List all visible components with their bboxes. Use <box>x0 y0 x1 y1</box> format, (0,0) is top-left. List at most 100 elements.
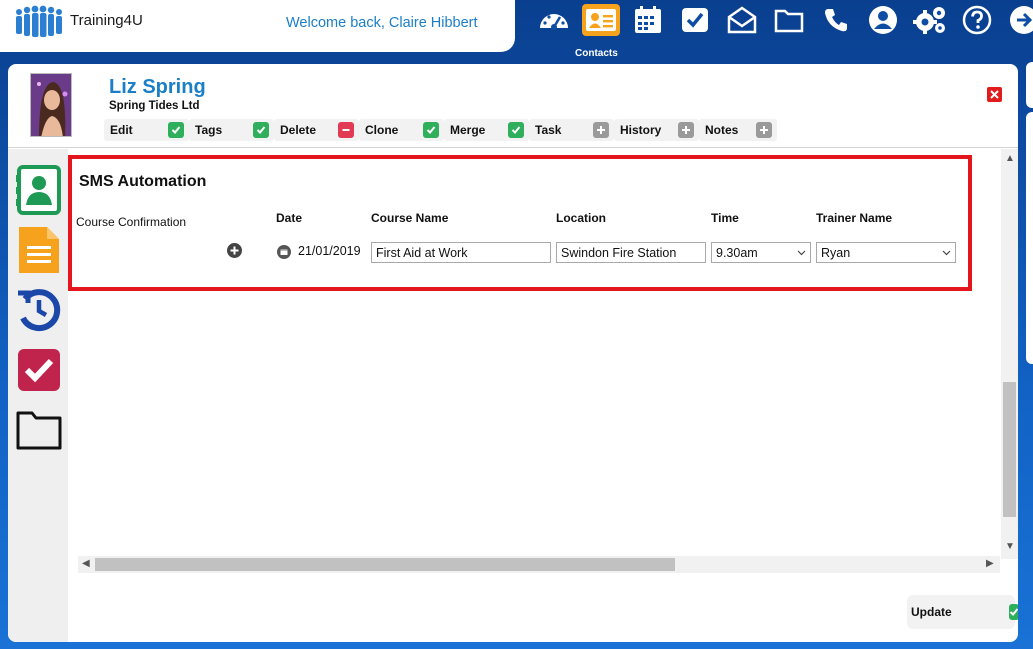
check-icon <box>423 122 439 138</box>
user-icon <box>868 6 897 34</box>
sidebar-document[interactable] <box>16 225 62 275</box>
nav-user[interactable] <box>859 4 906 52</box>
document-icon <box>19 227 59 273</box>
nav-mail[interactable] <box>718 4 765 52</box>
row-label: Course Confirmation <box>76 215 187 229</box>
sidebar-files[interactable] <box>16 405 62 455</box>
nav-help[interactable] <box>953 4 1000 52</box>
nav-phone[interactable] <box>812 4 859 52</box>
column-header-course: Course Name <box>371 211 449 225</box>
mail-icon <box>727 6 756 34</box>
nav-settings[interactable] <box>906 4 953 52</box>
sms-automation-section: SMS Automation Course Confirmation Date … <box>68 155 972 291</box>
calendar-icon <box>634 6 661 33</box>
contact-name: Liz Spring <box>109 76 206 98</box>
folder-icon <box>16 411 62 450</box>
merge-label: Merge <box>450 123 486 137</box>
plus-icon <box>230 246 239 255</box>
column-header-time: Time <box>711 211 739 225</box>
content-area: SMS Automation Course Confirmation Date … <box>68 149 1001 569</box>
plus-icon <box>593 122 609 138</box>
notes-label: Notes <box>705 123 739 137</box>
history-button[interactable]: History <box>614 119 699 141</box>
avatar <box>30 73 72 137</box>
nav-logout[interactable] <box>1000 4 1033 52</box>
horizontal-scroll-thumb[interactable] <box>95 558 675 571</box>
settings-icon <box>912 7 945 34</box>
nav-dashboard[interactable] <box>530 4 577 52</box>
task-button[interactable]: Task <box>529 119 614 141</box>
date-value[interactable]: 21/01/2019 <box>298 244 361 258</box>
edit-button[interactable]: Edit <box>104 119 189 141</box>
brand-area: Training4U Welcome back, Claire Hibbert <box>0 0 515 52</box>
clone-button[interactable]: Clone <box>359 119 444 141</box>
minus-icon <box>338 122 354 138</box>
calendar-icon[interactable] <box>277 245 291 259</box>
column-header-location: Location <box>556 211 606 225</box>
column-header-trainer: Trainer Name <box>816 211 893 225</box>
scroll-left-icon[interactable]: ◀ <box>82 558 90 569</box>
close-button[interactable] <box>987 87 1002 102</box>
scroll-down-icon[interactable]: ▼ <box>1005 541 1015 552</box>
chevron-down-icon <box>797 250 806 255</box>
trainer-select[interactable]: Ryan <box>816 242 956 263</box>
time-value: 9.30am <box>716 245 758 260</box>
nav-folder[interactable] <box>765 4 812 52</box>
nav-calendar[interactable] <box>624 4 671 52</box>
trainer-value: Ryan <box>821 245 851 260</box>
merge-button[interactable]: Merge <box>444 119 529 141</box>
add-row-button[interactable] <box>227 243 242 258</box>
sidebar-history[interactable] <box>16 285 62 335</box>
time-select[interactable]: 9.30am <box>711 242 811 263</box>
avatar-photo <box>31 74 71 136</box>
nav-contacts[interactable] <box>577 4 624 52</box>
sidebar-contact-card[interactable] <box>16 165 62 215</box>
delete-button[interactable]: Delete <box>274 119 359 141</box>
section-title: SMS Automation <box>79 173 207 190</box>
course-name-field[interactable]: First Aid at Work <box>371 242 551 263</box>
left-sidebar <box>8 149 68 642</box>
contact-card-icon <box>16 165 61 215</box>
column-header-date: Date <box>276 211 303 225</box>
vertical-scroll-thumb[interactable] <box>1003 382 1016 517</box>
vertical-scrollbar[interactable]: ▲ ▼ <box>1001 149 1018 559</box>
tasks-icon <box>681 8 708 32</box>
clone-label: Clone <box>365 123 399 137</box>
update-button[interactable]: Update <box>907 595 1018 629</box>
scroll-up-icon[interactable]: ▲ <box>1005 153 1015 164</box>
side-panel-edge <box>1026 112 1033 364</box>
task-check-icon <box>18 349 60 391</box>
top-bar: Training4U Welcome back, Claire Hibbert <box>0 0 1033 62</box>
welcome-message: Welcome back, Claire Hibbert <box>286 15 478 31</box>
side-panel-edge <box>1026 62 1033 108</box>
location-field[interactable]: Swindon Fire Station <box>556 242 706 263</box>
contact-panel: Liz Spring Spring Tides Ltd Edit Tags De… <box>8 64 1018 642</box>
check-icon <box>1008 604 1018 620</box>
nav-tasks[interactable] <box>671 4 718 52</box>
check-icon <box>168 122 184 138</box>
action-bar: Edit Tags Delete Clone Merge Task Histor… <box>104 119 777 141</box>
folder-icon <box>774 9 803 33</box>
scroll-right-icon[interactable]: ▶ <box>986 558 994 569</box>
chevron-down-icon <box>942 250 951 255</box>
check-icon <box>253 122 269 138</box>
close-icon <box>990 90 999 99</box>
delete-label: Delete <box>280 123 317 137</box>
contact-header: Liz Spring Spring Tides Ltd Edit Tags De… <box>8 64 1018 148</box>
nav-active-label: Contacts <box>575 48 618 59</box>
update-label: Update <box>911 605 952 619</box>
history-icon <box>18 289 61 332</box>
horizontal-scrollbar[interactable]: ◀ ▶ <box>78 556 1000 573</box>
sidebar-tasks[interactable] <box>16 345 62 395</box>
company-name: Spring Tides Ltd <box>109 100 200 112</box>
plus-icon <box>756 122 772 138</box>
phone-icon <box>824 9 847 32</box>
edit-label: Edit <box>110 123 133 137</box>
notes-button[interactable]: Notes <box>699 119 777 141</box>
brand-name: Training4U <box>70 12 143 29</box>
tags-button[interactable]: Tags <box>189 119 274 141</box>
brand-logo-icon <box>16 5 62 37</box>
dashboard-icon <box>539 14 568 30</box>
history-label: History <box>620 123 662 137</box>
check-icon <box>508 122 524 138</box>
